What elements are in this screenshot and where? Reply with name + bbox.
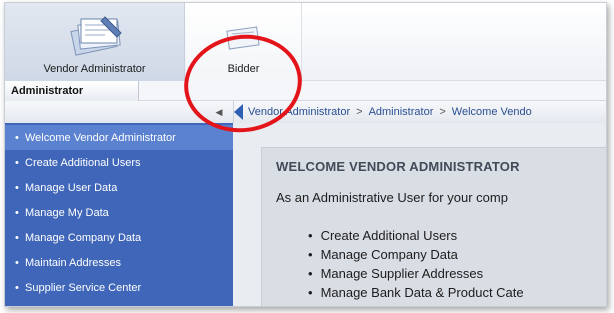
list-item: Manage Supplier Addresses xyxy=(308,266,524,285)
sidebar-item-manage-company-data[interactable]: • Manage Company Data xyxy=(5,225,233,250)
breadcrumb-separator: > xyxy=(439,106,446,118)
sidebar-item-label: Welcome Vendor Administrator xyxy=(25,132,176,144)
sidebar-item-label: Manage User Data xyxy=(25,182,118,194)
list-item: Create Additional Users xyxy=(308,228,524,247)
page-title: WELCOME VENDOR ADMINISTRATOR xyxy=(276,159,520,174)
breadcrumb-item-welcome[interactable]: Welcome Vendo xyxy=(452,106,532,118)
vendor-admin-icon xyxy=(70,16,122,56)
sidebar-item-label: Manage Company Data xyxy=(25,232,142,244)
welcome-panel: WELCOME VENDOR ADMINISTRATOR As an Admin… xyxy=(261,147,606,306)
intro-text: As an Administrative User for your comp xyxy=(276,190,508,205)
list-item: Manage Bank Data & Product Cate xyxy=(308,285,524,304)
main-content: WELCOME VENDOR ADMINISTRATOR As an Admin… xyxy=(233,123,606,306)
tab-administrator[interactable]: Administrator xyxy=(5,81,139,101)
breadcrumb-separator: > xyxy=(356,106,363,118)
role-tab-vendor-administrator[interactable]: Vendor Administrator xyxy=(5,3,185,81)
app-window: Vendor Administrator Bidder Administrato… xyxy=(4,2,607,307)
sidebar-item-label: Manage My Data xyxy=(25,207,109,219)
breadcrumb-item-administrator[interactable]: Administrator xyxy=(369,106,434,118)
sidebar-item-maintain-addresses[interactable]: • Maintain Addresses xyxy=(5,250,233,275)
sidebar-item-welcome-vendor-administrator[interactable]: • Welcome Vendor Administrator xyxy=(5,125,233,150)
sidebar-item-label: Create Additional Users xyxy=(25,157,141,169)
list-item: Manage Company Data xyxy=(308,247,524,266)
sidebar-item-supplier-service-center[interactable]: • Supplier Service Center xyxy=(5,275,233,300)
subtab-bar: Administrator xyxy=(5,81,606,101)
sidebar-item-label: Maintain Addresses xyxy=(25,257,121,269)
role-bar: Vendor Administrator Bidder xyxy=(5,3,606,81)
sidebar-item-manage-my-data[interactable]: • Manage My Data xyxy=(5,200,233,225)
sidebar: • Welcome Vendor Administrator • Create Ad… xyxy=(5,123,233,306)
feature-list: Create Additional Users Manage Company D… xyxy=(308,228,524,304)
role-label-vendor-administrator: Vendor Administrator xyxy=(43,63,146,75)
sidebar-item-manage-user-data[interactable]: • Manage User Data xyxy=(5,175,233,200)
sidebar-item-label: Supplier Service Center xyxy=(25,282,142,294)
sidebar-item-create-additional-users[interactable]: • Create Additional Users xyxy=(5,150,233,175)
